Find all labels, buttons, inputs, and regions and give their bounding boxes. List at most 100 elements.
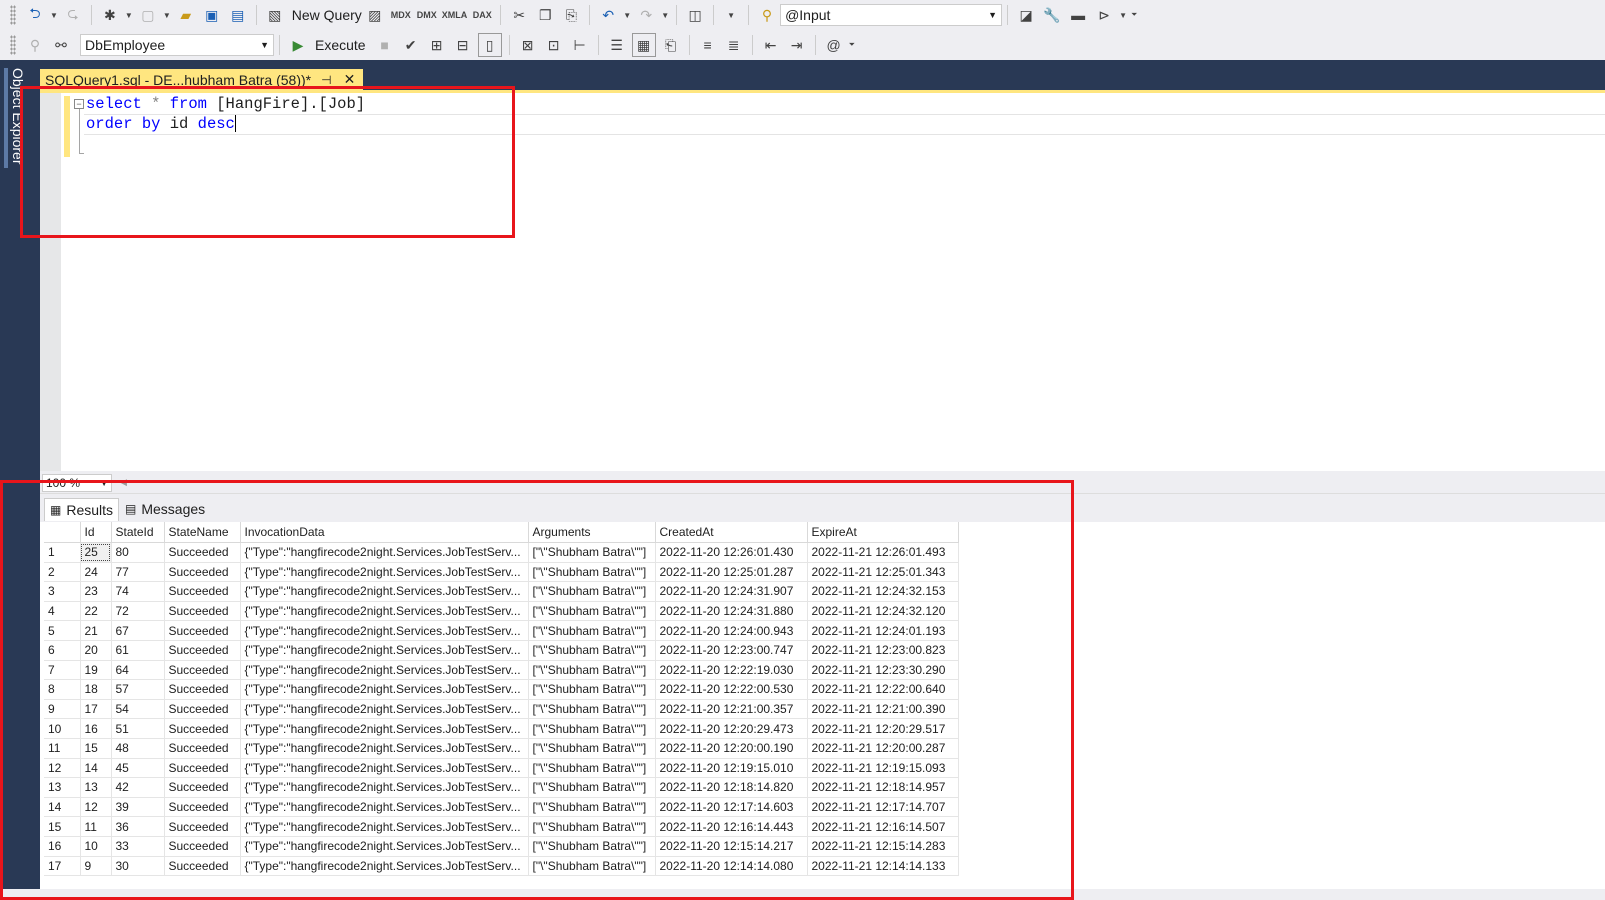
object-explorer-tab[interactable]: Object Explorer: [4, 68, 30, 168]
table-cell[interactable]: ["\"Shubham Batra\""]: [528, 679, 656, 700]
column-header[interactable]: ExpireAt: [807, 522, 959, 543]
table-cell[interactable]: 12: [80, 797, 112, 818]
row-number[interactable]: 17: [44, 856, 81, 877]
row-number[interactable]: 10: [44, 718, 81, 739]
table-cell[interactable]: ["\"Shubham Batra\""]: [528, 562, 656, 583]
table-cell[interactable]: 2022-11-20 12:14:14.080: [655, 856, 808, 877]
document-tab-sqlquery1[interactable]: SQLQuery1.sql - DE...hubham Batra (58))*…: [40, 69, 364, 90]
new-project-icon[interactable]: ✱: [99, 4, 121, 26]
table-row[interactable]: 1 25 80 Succeeded {"Type":"hangfirecode2nigh…: [44, 542, 959, 563]
table-cell[interactable]: 2022-11-21 12:19:15.093: [807, 758, 959, 779]
table-cell[interactable]: 2022-11-20 12:20:29.473: [655, 718, 808, 739]
table-cell[interactable]: 2022-11-20 12:17:14.603: [655, 797, 808, 818]
table-cell[interactable]: Succeeded: [164, 660, 241, 681]
cut-icon[interactable]: ✂: [508, 4, 530, 26]
table-cell[interactable]: 77: [111, 562, 165, 583]
table-cell[interactable]: ["\"Shubham Batra\""]: [528, 856, 656, 877]
row-number[interactable]: 3: [44, 581, 81, 602]
table-cell[interactable]: 2022-11-21 12:17:14.707: [807, 797, 959, 818]
table-cell[interactable]: 2022-11-21 12:16:14.507: [807, 816, 959, 837]
client-statistics-icon[interactable]: ⊢: [569, 34, 591, 56]
add-item-icon[interactable]: ▢: [137, 4, 159, 26]
table-cell[interactable]: {"Type":"hangfirecode2night.Services.Job…: [240, 699, 529, 720]
table-cell[interactable]: 18: [80, 679, 112, 700]
table-cell[interactable]: 2022-11-20 12:15:14.217: [655, 836, 808, 857]
table-cell[interactable]: 19: [80, 660, 112, 681]
database-selector[interactable]: DbEmployee ▼: [80, 34, 274, 56]
table-cell[interactable]: 61: [111, 640, 165, 661]
table-cell[interactable]: Succeeded: [164, 542, 241, 563]
table-cell[interactable]: 20: [80, 640, 112, 661]
table-cell[interactable]: 21: [80, 620, 112, 641]
table-cell[interactable]: 2022-11-21 12:15:14.283: [807, 836, 959, 857]
column-header[interactable]: StateName: [164, 522, 241, 543]
table-cell[interactable]: 2022-11-20 12:21:00.357: [655, 699, 808, 720]
solution-explorer-icon[interactable]: ◪: [1015, 4, 1037, 26]
comment-lines-icon[interactable]: ≡: [697, 34, 719, 56]
row-number[interactable]: 5: [44, 620, 81, 641]
row-number[interactable]: 6: [44, 640, 81, 661]
table-cell[interactable]: ["\"Shubham Batra\""]: [528, 620, 656, 641]
table-row[interactable]: 14 12 39 Succeeded {"Type":"hangfirecode2nig…: [44, 797, 959, 818]
table-cell[interactable]: 57: [111, 679, 165, 700]
live-query-stats-icon[interactable]: ⊡: [543, 34, 565, 56]
table-row[interactable]: 11 15 48 Succeeded {"Type":"hangfirecode2nig…: [44, 738, 959, 759]
table-cell[interactable]: Succeeded: [164, 836, 241, 857]
table-cell[interactable]: 2022-11-20 12:23:00.747: [655, 640, 808, 661]
table-row[interactable]: 17 9 30 Succeeded {"Type":"hangfirecode2nigh…: [44, 856, 959, 877]
table-cell[interactable]: 16: [80, 718, 112, 739]
table-cell[interactable]: ["\"Shubham Batra\""]: [528, 581, 656, 602]
row-number[interactable]: 13: [44, 777, 81, 798]
table-cell[interactable]: 2022-11-21 12:25:01.343: [807, 562, 959, 583]
table-cell[interactable]: ["\"Shubham Batra\""]: [528, 836, 656, 857]
table-row[interactable]: 2 24 77 Succeeded {"Type":"hangfirecode2nigh…: [44, 562, 959, 583]
xmla-query-icon[interactable]: XMLA: [442, 4, 468, 26]
back-arrow-icon[interactable]: ⮌: [24, 4, 46, 26]
chevron-down-icon[interactable]: ▼: [623, 11, 631, 20]
table-cell[interactable]: Succeeded: [164, 856, 241, 877]
table-cell[interactable]: {"Type":"hangfirecode2night.Services.Job…: [240, 601, 529, 622]
table-cell[interactable]: {"Type":"hangfirecode2night.Services.Job…: [240, 640, 529, 661]
save-all-icon[interactable]: ▤: [227, 4, 249, 26]
table-cell[interactable]: {"Type":"hangfirecode2night.Services.Job…: [240, 816, 529, 837]
table-cell[interactable]: Succeeded: [164, 699, 241, 720]
table-cell[interactable]: 24: [80, 562, 112, 583]
chevron-down-icon[interactable]: ▼: [1119, 11, 1127, 20]
chevron-down-icon[interactable]: ▼: [125, 11, 133, 20]
redo-icon[interactable]: ↷: [635, 4, 657, 26]
table-cell[interactable]: 14: [80, 758, 112, 779]
properties-wrench-icon[interactable]: 🔧: [1041, 4, 1063, 26]
toolbar-overflow-icon[interactable]: ⏷: [1131, 10, 1137, 20]
row-number[interactable]: 12: [44, 758, 81, 779]
table-cell[interactable]: 13: [80, 777, 112, 798]
table-cell[interactable]: 2022-11-20 12:20:00.190: [655, 738, 808, 759]
chevron-down-icon[interactable]: ▼: [163, 11, 171, 20]
table-cell[interactable]: 2022-11-20 12:25:01.287: [655, 562, 808, 583]
collapse-toggle-icon[interactable]: −: [74, 99, 84, 109]
table-cell[interactable]: 54: [111, 699, 165, 720]
display-plan-icon[interactable]: ⊞: [426, 34, 448, 56]
intellisense-icon[interactable]: ▯: [477, 33, 502, 57]
table-row[interactable]: 13 13 42 Succeeded {"Type":"hangfirecode2nig…: [44, 777, 959, 798]
table-cell[interactable]: 80: [111, 542, 165, 563]
tab-messages[interactable]: ▤ Messages: [120, 498, 210, 520]
decrease-indent-icon[interactable]: ⇤: [760, 34, 782, 56]
table-cell[interactable]: Succeeded: [164, 816, 241, 837]
code-line-2[interactable]: order by id desc: [86, 114, 236, 134]
table-cell[interactable]: 25: [80, 542, 112, 563]
table-row[interactable]: 8 18 57 Succeeded {"Type":"hangfirecode2nigh…: [44, 679, 959, 700]
table-cell[interactable]: ["\"Shubham Batra\""]: [528, 758, 656, 779]
query-options-icon[interactable]: ⊟: [452, 34, 474, 56]
table-cell[interactable]: 67: [111, 620, 165, 641]
table-cell[interactable]: {"Type":"hangfirecode2night.Services.Job…: [240, 620, 529, 641]
table-cell[interactable]: ["\"Shubham Batra\""]: [528, 718, 656, 739]
row-header-corner[interactable]: [44, 522, 81, 543]
table-cell[interactable]: 2022-11-21 12:23:00.823: [807, 640, 959, 661]
table-cell[interactable]: Succeeded: [164, 738, 241, 759]
table-cell[interactable]: {"Type":"hangfirecode2night.Services.Job…: [240, 562, 529, 583]
scroll-left-icon[interactable]: ◀: [120, 477, 127, 488]
table-cell[interactable]: 2022-11-20 12:26:01.430: [655, 542, 808, 563]
table-cell[interactable]: {"Type":"hangfirecode2night.Services.Job…: [240, 836, 529, 857]
command-window-icon[interactable]: ⊳: [1093, 4, 1115, 26]
table-cell[interactable]: 2022-11-20 12:18:14.820: [655, 777, 808, 798]
